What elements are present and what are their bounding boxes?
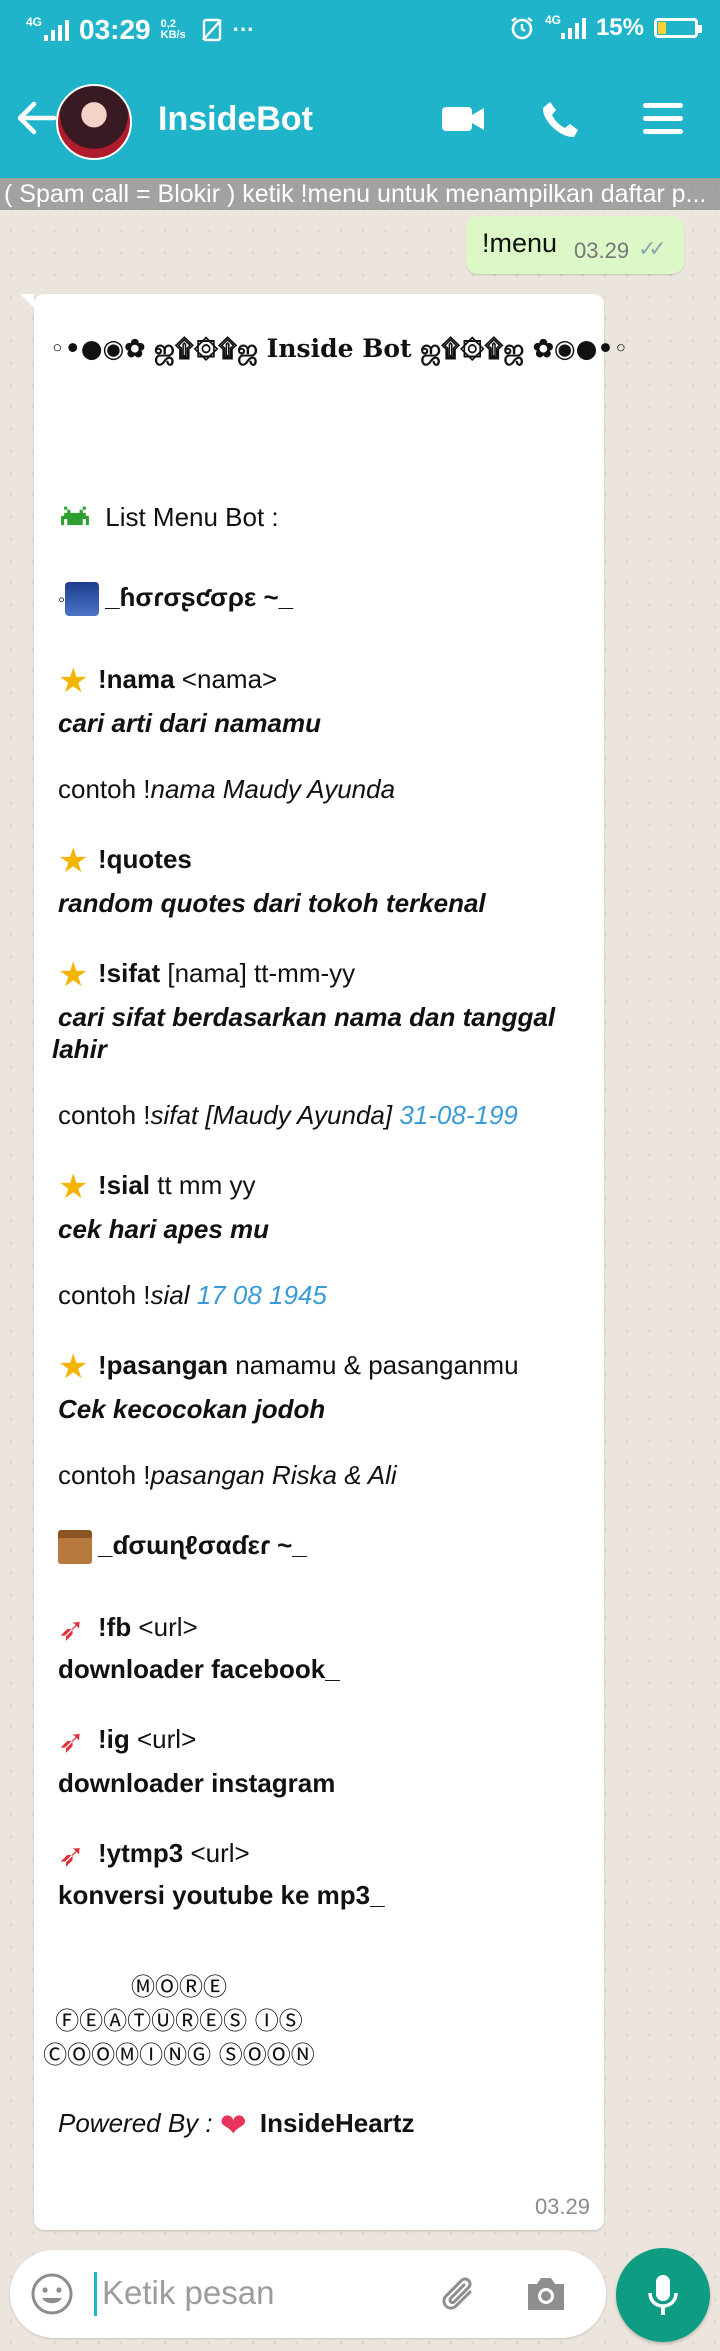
cmd-fb-desc: downloader facebook_ bbox=[58, 1654, 340, 1684]
clock: 03:29 bbox=[79, 14, 151, 45]
message-input[interactable]: Ketik pesan bbox=[102, 2274, 274, 2312]
star-icon: ★ bbox=[58, 842, 89, 881]
cmd-sial-desc: cek hari apes mu bbox=[58, 1214, 269, 1244]
downloader-section: _ɗσɯɳℓσαɗεɾ ~_ bbox=[58, 1530, 307, 1565]
text-caret bbox=[94, 2272, 97, 2316]
cmd-sifat-desc-2: lahir bbox=[52, 1034, 107, 1064]
chat-screen: 4G 03:29 0,2 KB/s ··· 4G 15% InsideBot (… bbox=[0, 0, 720, 2351]
outgoing-message[interactable]: !menu 03.29 ✓✓ bbox=[466, 216, 684, 274]
no-sim-icon bbox=[201, 18, 222, 42]
chat-header: InsideBot bbox=[0, 60, 720, 178]
star-icon: ★ bbox=[58, 1168, 89, 1207]
cmd-ytmp3-row: ➶ !ytmp3 <url> bbox=[58, 1837, 250, 1874]
horoscope-section: ◦ _ɦσɾσʂƈσρε ~_ bbox=[58, 582, 293, 617]
avatar[interactable] bbox=[56, 84, 132, 160]
more-dots-icon: ··· bbox=[232, 17, 255, 42]
cmd-pasangan-row: ★ !pasangan namamu & pasanganmu bbox=[58, 1348, 519, 1387]
night-city-icon bbox=[65, 582, 100, 617]
date-link[interactable]: 31-08-199 bbox=[399, 1100, 518, 1130]
star-icon: ★ bbox=[58, 662, 89, 701]
network-type: 4G bbox=[26, 15, 43, 29]
cmd-sifat-desc: cari sifat berdasarkan nama dan tanggal bbox=[58, 1002, 556, 1032]
cmd-sifat-example: contoh !sifat [Maudy Ayunda] 31-08-199 bbox=[58, 1100, 518, 1130]
list-title: List Menu Bot : bbox=[105, 502, 279, 532]
bot-message[interactable]: ◦•●◉✿ ஜ۩۞۩ஜ Inside Bot ஜ۩۞۩ஜ ✿◉●•◦ List … bbox=[20, 294, 628, 2230]
chat-title[interactable]: InsideBot bbox=[158, 100, 313, 139]
cmd-pasangan-desc: Cek kecocokan jodoh bbox=[58, 1394, 326, 1424]
video-call-icon[interactable] bbox=[438, 94, 488, 144]
cmd-ig-desc: downloader instagram bbox=[58, 1768, 336, 1798]
battery-percent: 15% bbox=[595, 14, 644, 41]
more-features-line-3: ⒸⓄⓄⓂⒾⓃⒼ ⓈⓄⓄⓃ bbox=[43, 2041, 315, 2069]
signal-icon bbox=[44, 19, 70, 41]
cmd-quotes-desc: random quotes dari tokoh terkenal bbox=[58, 888, 486, 918]
cmd-fb-row: ➶ !fb <url> bbox=[58, 1611, 198, 1648]
alarm-icon bbox=[511, 17, 533, 40]
cmd-ig-row: ➶ !ig <url> bbox=[58, 1723, 197, 1760]
camera-icon[interactable] bbox=[522, 2270, 570, 2318]
outgoing-time: 03.29 bbox=[574, 238, 630, 263]
battery-icon bbox=[654, 18, 702, 38]
data-speed: 0,2 KB/s bbox=[160, 18, 186, 41]
menu-icon[interactable] bbox=[638, 94, 688, 144]
card-box-icon bbox=[58, 1530, 92, 1565]
attach-icon[interactable] bbox=[436, 2270, 484, 2318]
more-features-line-2: ⒻⒺⒶⓉⓊⓇⒺⓈ ⒾⓈ bbox=[55, 2007, 303, 2035]
emoji-icon[interactable] bbox=[28, 2270, 76, 2318]
cmd-sial-example: contoh !sial 17 08 1945 bbox=[58, 1280, 327, 1310]
rocket-icon: ➶ bbox=[58, 1611, 85, 1648]
cmd-nama-example: contoh !nama Maudy Ayunda bbox=[58, 774, 396, 804]
date-link[interactable]: 17 08 1945 bbox=[197, 1280, 327, 1310]
cmd-quotes-row: ★ !quotes bbox=[58, 842, 192, 881]
message-input-bar[interactable]: Ketik pesan bbox=[10, 2250, 606, 2338]
signal-icon-right bbox=[560, 17, 586, 39]
rocket-icon: ➶ bbox=[58, 1723, 85, 1760]
mic-button[interactable] bbox=[616, 2248, 710, 2342]
status-bar: 4G 03:29 0,2 KB/s ··· 4G 15% bbox=[0, 0, 720, 60]
heart-ribbon-icon: ❤ bbox=[219, 2107, 247, 2144]
network-type-right: 4G bbox=[544, 13, 561, 27]
cmd-nama-row: ★ !nama <nama> bbox=[58, 662, 278, 701]
status-marquee: ( Spam call = Blokir ) ketik !menu untuk… bbox=[0, 178, 720, 210]
star-icon: ★ bbox=[58, 1348, 89, 1387]
powered-by: Powered By : ❤ InsideHeartz bbox=[58, 2107, 415, 2144]
bot-header: ◦•●◉✿ ஜ۩۞۩ஜ Inside Bot ஜ۩۞۩ஜ ✿◉●•◦ bbox=[50, 334, 629, 363]
cmd-sifat-row: ★ !sifat [nama] tt-mm-yy bbox=[58, 956, 356, 995]
rocket-icon: ➶ bbox=[58, 1837, 85, 1874]
space-invader-icon bbox=[61, 506, 89, 526]
outgoing-text: !menu bbox=[482, 228, 558, 258]
cmd-nama-desc: cari arti dari namamu bbox=[58, 708, 321, 738]
list-title-row: List Menu Bot : bbox=[58, 502, 279, 536]
read-ticks-icon: ✓✓ bbox=[638, 236, 667, 261]
star-icon: ★ bbox=[58, 956, 89, 995]
more-features-line-1: ⓂⓄⓇⒺ bbox=[131, 1973, 227, 2001]
cmd-sial-row: ★ !sial tt mm yy bbox=[58, 1168, 256, 1207]
back-arrow-icon[interactable] bbox=[14, 96, 58, 140]
mic-icon bbox=[648, 2275, 678, 2315]
phone-icon[interactable] bbox=[536, 94, 586, 144]
cmd-pasangan-example: contoh !pasangan Riska & Ali bbox=[58, 1460, 397, 1490]
bot-message-time: 03.29 bbox=[534, 2194, 590, 2219]
cmd-ytmp3-desc: konversi youtube ke mp3_ bbox=[58, 1880, 385, 1910]
